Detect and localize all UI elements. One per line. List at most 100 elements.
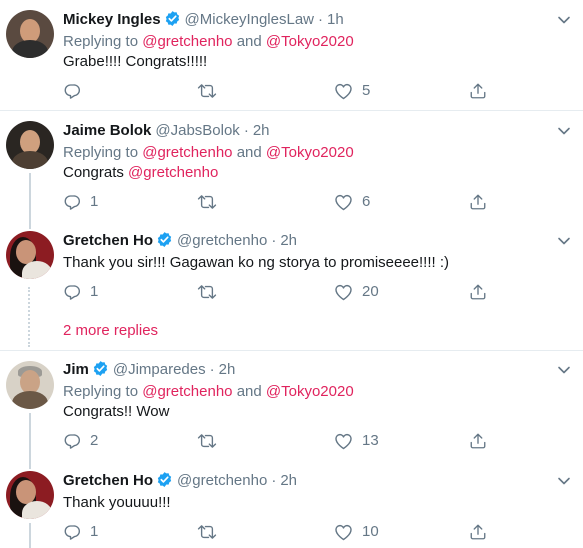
timestamp[interactable]: 2h	[253, 122, 270, 139]
verified-badge-icon	[93, 361, 108, 376]
mention-link[interactable]: @gretchenho	[142, 144, 232, 161]
separator: ·	[209, 361, 215, 378]
timestamp[interactable]: 1h	[327, 11, 344, 28]
like-button[interactable]: 20	[334, 282, 379, 302]
share-icon	[470, 284, 486, 300]
like-button[interactable]: 13	[334, 431, 379, 451]
share-button[interactable]	[469, 282, 487, 302]
reply-icon	[64, 84, 81, 99]
caret-down-icon[interactable]	[557, 474, 571, 488]
retweet-icon	[197, 434, 217, 448]
caret-down-icon[interactable]	[557, 124, 571, 138]
retweet-icon	[197, 285, 217, 299]
replying-to: Replying to @gretchenho and @Tokyo2020	[63, 144, 354, 161]
like-icon	[335, 194, 352, 211]
separator: ·	[271, 232, 277, 249]
mention-link[interactable]: @Tokyo2020	[266, 383, 354, 400]
author-handle[interactable]: @MickeyInglesLaw	[185, 11, 314, 28]
author-name[interactable]: Mickey Ingles	[63, 11, 161, 28]
replying-to: Replying to @gretchenho and @Tokyo2020	[63, 383, 354, 400]
more-replies-link[interactable]: 2 more replies	[63, 321, 158, 341]
mention-link[interactable]: @gretchenho	[142, 383, 232, 400]
separator: ·	[243, 122, 249, 139]
replying-to: Replying to @gretchenho and @Tokyo2020	[63, 33, 354, 50]
retweet-icon	[197, 525, 217, 539]
tweet-jim[interactable]: Jim @Jimparedes · 2h Replying to @gretchenh…	[0, 351, 583, 461]
retweet-button[interactable]	[197, 192, 226, 212]
tweet-text: Thank you sir!!! Gagawan ko ng storya to…	[63, 254, 450, 271]
retweet-button[interactable]	[197, 431, 226, 451]
avatar[interactable]	[6, 10, 54, 58]
share-button[interactable]	[469, 81, 487, 101]
timestamp[interactable]: 2h	[219, 361, 236, 378]
reply-icon	[64, 525, 81, 540]
caret-down-icon[interactable]	[557, 234, 571, 248]
mention-link[interactable]: @Tokyo2020	[266, 33, 354, 50]
reply-count: 2	[90, 432, 99, 449]
retweet-button[interactable]	[197, 81, 226, 101]
share-button[interactable]	[469, 431, 487, 451]
reply-button[interactable]: 1	[63, 192, 98, 212]
tweet-mickey[interactable]: Mickey Ingles @MickeyInglesLaw · 1h Replyin…	[0, 0, 583, 110]
tweet-text: Grabe!!!! Congrats!!!!!	[63, 53, 208, 70]
like-icon	[335, 524, 352, 541]
like-icon	[335, 433, 352, 450]
reply-count: 1	[90, 193, 99, 210]
avatar[interactable]	[6, 231, 54, 279]
author-name[interactable]: Gretchen Ho	[63, 472, 153, 489]
retweet-icon	[197, 84, 217, 98]
author-handle[interactable]: @JabsBolok	[155, 122, 239, 139]
author-name[interactable]: Gretchen Ho	[63, 232, 153, 249]
author-name[interactable]: Jim	[63, 361, 89, 378]
author-handle[interactable]: @gretchenho	[177, 232, 267, 249]
reply-button[interactable]: 1	[63, 522, 98, 542]
caret-down-icon[interactable]	[557, 13, 571, 27]
reply-button[interactable]	[63, 81, 90, 101]
tweet-jaime[interactable]: Jaime Bolok @JabsBolok · 2h Replying to @gr…	[0, 111, 583, 221]
reply-button[interactable]: 1	[63, 282, 98, 302]
verified-badge-icon	[157, 472, 172, 487]
share-icon	[470, 433, 486, 449]
author-handle[interactable]: @gretchenho	[177, 472, 267, 489]
thread-line	[29, 461, 31, 469]
like-count: 6	[362, 193, 371, 210]
tweet-text: Thank youuuu!!!	[63, 494, 171, 511]
thread-line	[29, 523, 31, 548]
mention-link[interactable]: @gretchenho	[142, 33, 232, 50]
avatar[interactable]	[6, 121, 54, 169]
like-icon	[335, 83, 352, 100]
like-button[interactable]: 5	[334, 81, 370, 101]
reply-icon	[64, 434, 81, 449]
share-button[interactable]	[469, 192, 487, 212]
tweet-gretchen-2[interactable]: Gretchen Ho @gretchenho · 2h Thank youuuu!!…	[0, 461, 583, 548]
mention-link[interactable]: @Tokyo2020	[266, 144, 354, 161]
share-icon	[470, 194, 486, 210]
timestamp[interactable]: 2h	[280, 232, 297, 249]
thread-dots	[28, 287, 30, 347]
author-name[interactable]: Jaime Bolok	[63, 122, 151, 139]
reply-count: 1	[90, 523, 99, 540]
share-button[interactable]	[469, 522, 487, 542]
thread-line	[29, 413, 31, 461]
avatar[interactable]	[6, 471, 54, 519]
mention-link[interactable]: @gretchenho	[128, 164, 218, 181]
tweet-gretchen-1[interactable]: Gretchen Ho @gretchenho · 2h Thank you sir!…	[0, 221, 583, 347]
tweet-text: Congrats!! Wow	[63, 403, 170, 420]
retweet-button[interactable]	[197, 282, 226, 302]
verified-badge-icon	[165, 11, 179, 26]
like-count: 5	[362, 82, 371, 99]
reply-button[interactable]: 2	[63, 431, 98, 451]
timestamp[interactable]: 2h	[280, 472, 297, 489]
verified-badge-icon	[157, 232, 172, 247]
caret-down-icon[interactable]	[557, 363, 571, 377]
like-count: 13	[362, 432, 379, 449]
share-icon	[470, 524, 486, 540]
reply-icon	[64, 285, 81, 300]
retweet-button[interactable]	[197, 522, 226, 542]
reply-count: 1	[90, 283, 99, 300]
like-button[interactable]: 6	[334, 192, 370, 212]
author-handle[interactable]: @Jimparedes	[113, 361, 206, 378]
avatar[interactable]	[6, 361, 54, 409]
like-button[interactable]: 10	[334, 522, 379, 542]
like-icon	[335, 284, 352, 301]
